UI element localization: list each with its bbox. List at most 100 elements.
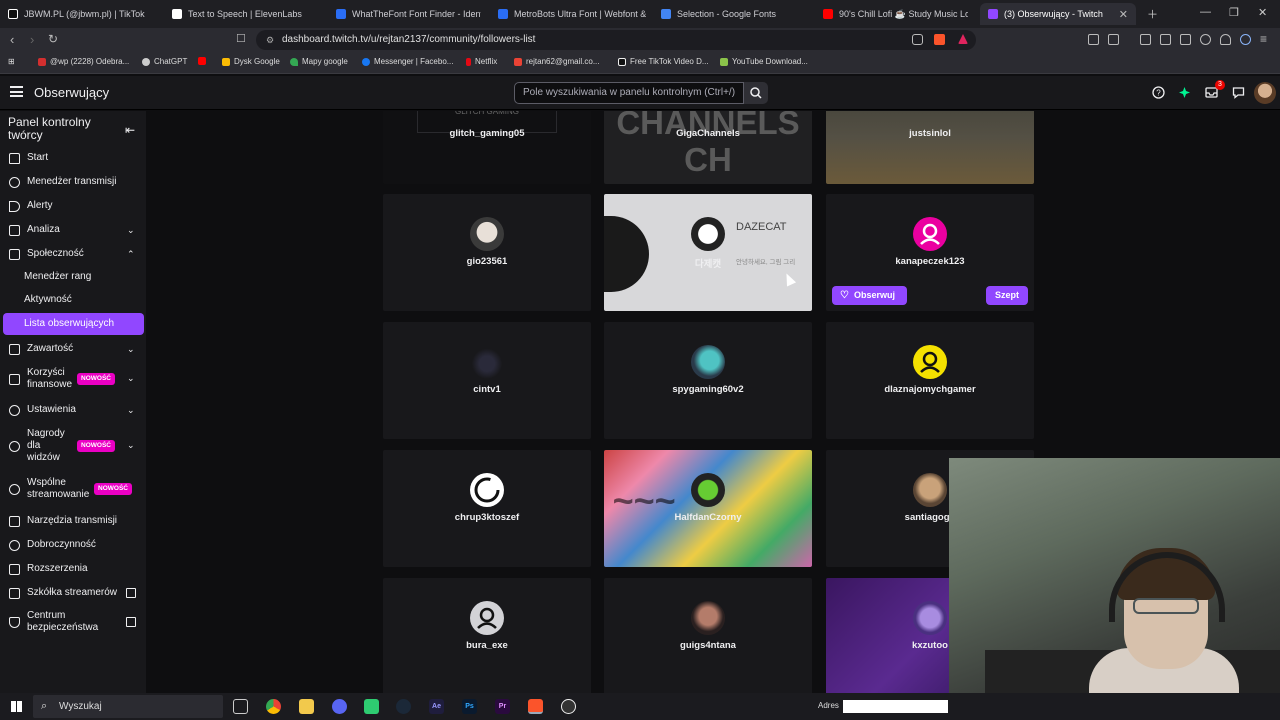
whispers-icon[interactable] (1232, 86, 1245, 99)
file-explorer-icon[interactable] (299, 699, 314, 714)
site-info-icon[interactable]: ⚙ (266, 30, 274, 50)
sidebar-item-collab-streaming[interactable]: Wspólne streamowanie NOWOŚĆ (0, 477, 146, 503)
address-toolbar-input[interactable] (843, 700, 948, 713)
search-button[interactable] (744, 82, 768, 104)
brave-icon[interactable] (528, 699, 543, 714)
reload-icon[interactable]: ↻ (48, 32, 58, 46)
extension-icon[interactable] (1140, 34, 1151, 45)
profile-icon[interactable] (1240, 34, 1251, 45)
follow-button[interactable]: ♡ Obserwuj (832, 286, 907, 305)
extension-icon[interactable] (1108, 34, 1119, 45)
sidebar-subitem-rank-manager[interactable]: Menedżer rang (24, 271, 91, 282)
after-effects-icon[interactable]: Ae (429, 699, 444, 714)
sidebar-item-alerts[interactable]: Alerty (0, 199, 146, 213)
wallet-icon[interactable] (1180, 34, 1191, 45)
forward-icon[interactable]: › (30, 32, 34, 47)
follower-card[interactable]: gio23561 (383, 194, 591, 311)
sidebar-subitem-followers-list[interactable]: Lista obserwujących (3, 313, 144, 335)
sidebar-item-creator-camp[interactable]: Szkółka streamerów (0, 586, 146, 600)
follower-name[interactable]: HalfdanCzorny (604, 512, 812, 523)
follower-card[interactable]: cintv1 (383, 322, 591, 439)
browser-tab[interactable]: MetroBots Ultra Font | Webfont & D (498, 3, 646, 25)
crown-icon[interactable] (1178, 86, 1191, 99)
sidebar-subitem-activity[interactable]: Aktywność (24, 294, 72, 305)
sidebar-item-monetization[interactable]: Korzyści finansowe NOWOŚĆ ⌄ (0, 367, 146, 393)
collapse-sidebar-icon[interactable]: ⇤ (125, 123, 135, 137)
follower-name[interactable]: bura_exe (383, 640, 591, 651)
taskbar-search[interactable]: ⌕ Wyszukaj (33, 695, 223, 718)
bookmark-item[interactable]: ChatGPT (142, 57, 187, 66)
follower-card[interactable]: kanapeczek123 ♡ Obserwuj Szept (826, 194, 1034, 311)
bookmark-item[interactable]: rejtan62@gmail.co... (514, 57, 600, 66)
follower-card[interactable]: chrup3ktoszef (383, 450, 591, 567)
follower-name[interactable]: guigs4ntana (604, 640, 812, 651)
follower-card[interactable]: DAZECAT 안녕하세요, 그림 그리 다제캣 (604, 194, 812, 311)
chrome-icon[interactable] (266, 699, 281, 714)
follower-card[interactable]: guigs4ntana (604, 578, 812, 693)
bookmark-item[interactable]: Dysk Google (222, 57, 280, 66)
apps-icon[interactable]: ⊞ (8, 57, 15, 66)
follower-card[interactable]: ~~~ HalfdanCzorny (604, 450, 812, 567)
windows-start-icon[interactable] (11, 701, 22, 712)
extension-icon[interactable] (1088, 34, 1099, 45)
follower-card[interactable]: dlaznajomychgamer (826, 322, 1034, 439)
follower-name[interactable]: justsinlol (826, 128, 1034, 139)
follower-card[interactable]: justsinlol (826, 111, 1034, 184)
premiere-icon[interactable]: Pr (495, 699, 510, 714)
steam-icon[interactable] (396, 699, 411, 714)
follower-card[interactable]: GLITCH GAMING glitch_gaming05 (383, 111, 591, 184)
follower-name[interactable]: chrup3ktoszef (383, 512, 591, 523)
leo-icon[interactable] (1200, 34, 1211, 45)
sidebar-item-content[interactable]: Zawartość ⌄ (0, 342, 146, 356)
help-icon[interactable]: ? (1152, 86, 1165, 99)
follower-name[interactable]: GigaChannels (604, 128, 812, 139)
browser-tab[interactable]: Selection - Google Fonts (661, 3, 811, 25)
follower-name[interactable]: glitch_gaming05 (383, 128, 591, 139)
user-avatar[interactable] (1254, 82, 1276, 104)
bookmark-item[interactable]: @wp (2228) Odebra... (38, 57, 129, 66)
sidebar-toggle-icon[interactable] (1160, 34, 1171, 45)
browser-tab[interactable]: 90's Chill Lofi ☕ Study Music Lo (823, 3, 968, 25)
bookmark-icon[interactable]: ☐ (236, 32, 246, 45)
back-icon[interactable]: ‹ (10, 32, 14, 47)
app-icon[interactable] (364, 699, 379, 714)
follower-name[interactable]: dlaznajomychgamer (826, 384, 1034, 395)
photoshop-icon[interactable]: Ps (462, 699, 477, 714)
sidebar-item-analytics[interactable]: Analiza ⌄ (0, 223, 146, 237)
share-icon[interactable] (912, 34, 923, 45)
follower-card[interactable]: bura_exe (383, 578, 591, 693)
dashboard-search-input[interactable]: Pole wyszukiwania w panelu kontrolnym (C… (514, 82, 744, 104)
whisper-button[interactable]: Szept (986, 286, 1028, 305)
bookmark-item[interactable]: Netflix (466, 57, 497, 66)
bookmark-item[interactable]: Free TikTok Video D... (618, 57, 709, 66)
browser-tab[interactable]: Text to Speech | ElevenLabs (172, 3, 332, 25)
browser-tab[interactable]: WhatTheFont Font Finder - Identify f (336, 3, 481, 25)
sidebar-item-settings[interactable]: Ustawienia ⌄ (0, 403, 146, 417)
sidebar-item-safety-center[interactable]: Centrum bezpieczeństwa (0, 610, 146, 636)
sidebar-item-viewer-rewards[interactable]: Nagrody dla widzów NOWOŚĆ ⌄ (0, 428, 146, 466)
new-tab-button[interactable]: ＋ (1147, 6, 1158, 22)
obs-icon[interactable] (561, 699, 576, 714)
bookmark-item[interactable] (198, 57, 210, 65)
url-field[interactable]: ⚙ dashboard.twitch.tv/u/rejtan2137/commu… (256, 30, 976, 50)
hamburger-menu-icon[interactable] (10, 86, 23, 97)
brave-rewards-icon[interactable] (958, 34, 968, 44)
bookmark-item[interactable]: Mapy google (290, 57, 348, 66)
bookmark-item[interactable]: Messenger | Facebo... (362, 57, 453, 66)
maximize-icon[interactable]: ❐ (1229, 6, 1239, 19)
browser-tab[interactable]: JBWM.PL (@jbwm.pl) | TikTok (8, 3, 168, 25)
browser-tab-active[interactable]: (3) Obserwujący - Twitch ✕ (980, 3, 1136, 25)
follower-name[interactable]: cintv1 (383, 384, 591, 395)
follower-name[interactable]: spygaming60v2 (604, 384, 812, 395)
close-tab-icon[interactable]: ✕ (1111, 8, 1128, 21)
menu-icon[interactable]: ≡ (1260, 32, 1267, 46)
sidebar-item-stream-tools[interactable]: Narzędzia transmisji (0, 514, 146, 528)
sidebar-item-extensions[interactable]: Rozszerzenia (0, 562, 146, 576)
minimize-icon[interactable]: — (1200, 6, 1211, 18)
follower-name[interactable]: 다제캣 (604, 256, 812, 270)
vpn-icon[interactable] (1220, 34, 1231, 45)
brave-shield-icon[interactable] (934, 34, 945, 45)
sidebar-item-stream-manager[interactable]: Menedżer transmisji (0, 175, 146, 189)
discord-icon[interactable] (332, 699, 347, 714)
follower-name[interactable]: kanapeczek123 (826, 256, 1034, 267)
